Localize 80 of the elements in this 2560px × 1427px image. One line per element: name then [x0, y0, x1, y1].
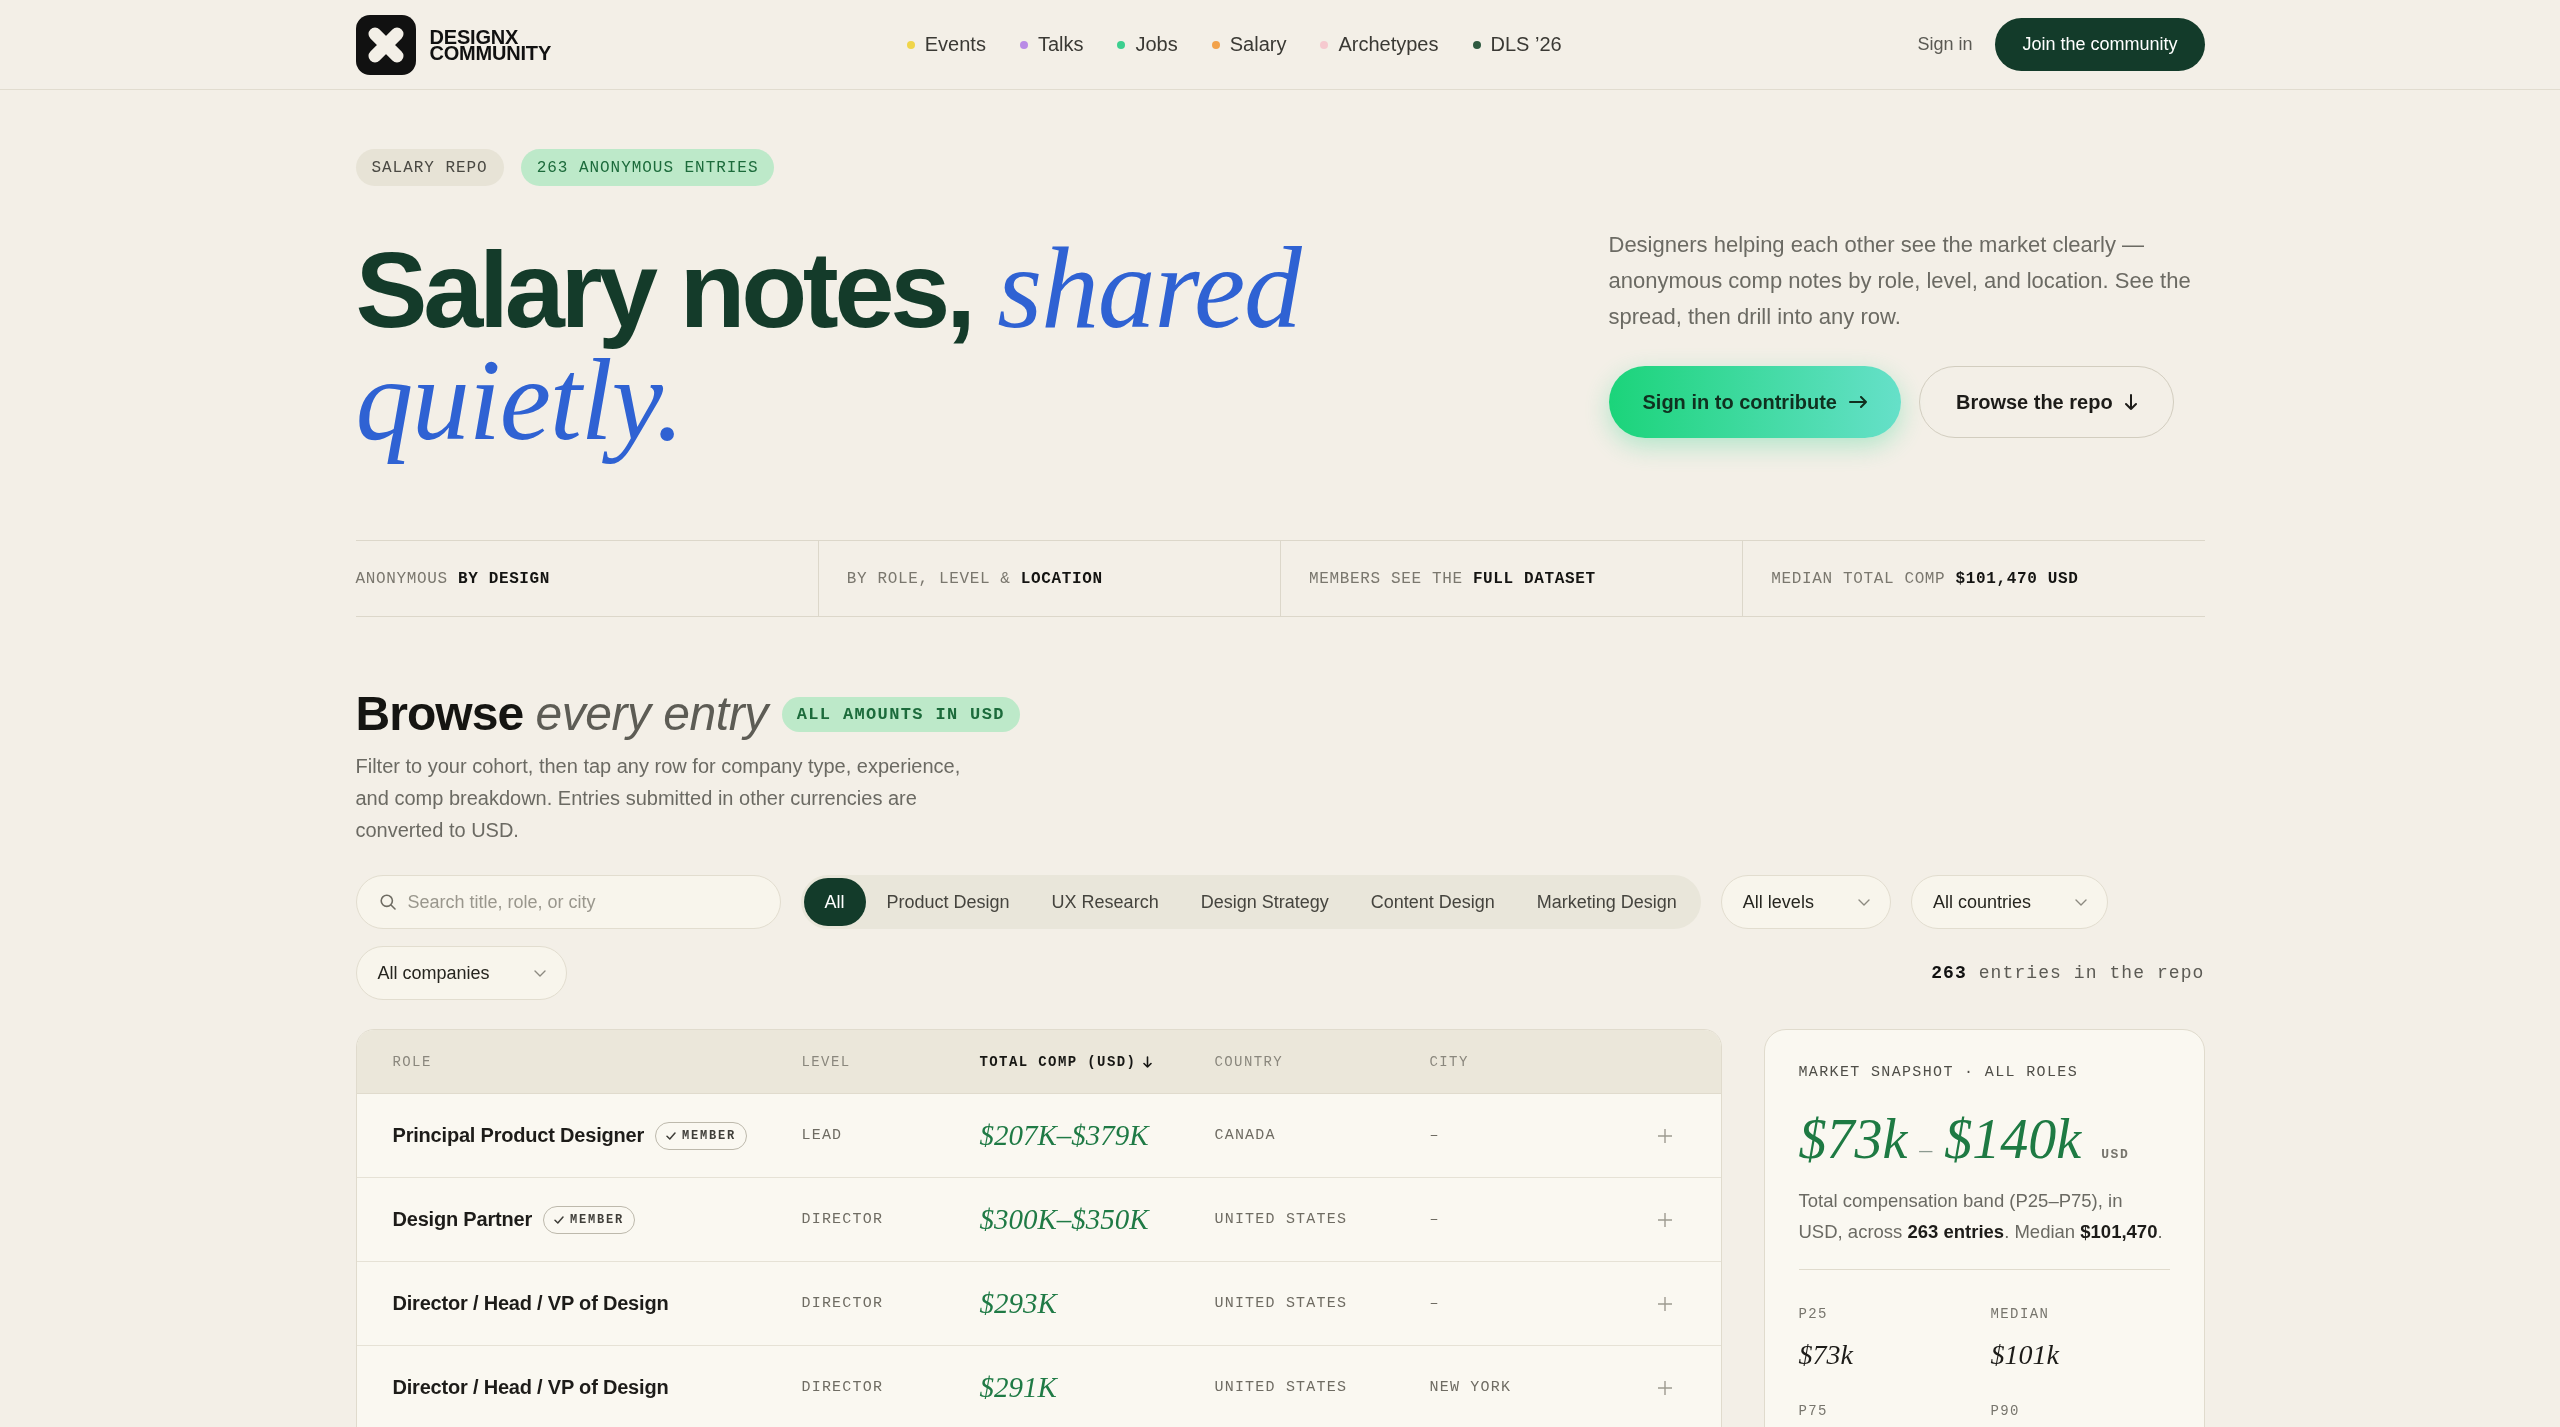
salary-range: $207K–$379K — [979, 1119, 1149, 1152]
currency-badge: ALL AMOUNTS IN USD — [781, 696, 1020, 732]
nav-link[interactable]: Salary — [1211, 33, 1287, 56]
plus-icon[interactable] — [1657, 1128, 1672, 1143]
plus-icon[interactable] — [1657, 1212, 1672, 1227]
country-name: UNITED STATES — [1214, 1211, 1348, 1228]
stat-label: P25 — [1798, 1305, 1829, 1324]
contribute-button[interactable]: Sign in to contribute — [1608, 366, 1901, 438]
tag-badge: SALARY REPO — [355, 149, 504, 186]
nav-link[interactable]: Events — [906, 33, 986, 56]
filter-dropdown[interactable]: All levels — [1720, 875, 1891, 929]
band-value: $140k — [1944, 1107, 2082, 1171]
band-note: Total compensation band (P25–P75), in USD, across 263 entries. Median $101,470. — [1798, 1189, 2164, 1244]
city-name: – — [1429, 1127, 1440, 1144]
level-text: LEAD — [801, 1127, 843, 1144]
stat-label: MEDIAN — [1990, 1305, 2051, 1324]
arrow-down-icon — [2124, 394, 2137, 410]
arrow-right-icon — [1848, 396, 1867, 408]
country-name: UNITED STATES — [1214, 1379, 1348, 1396]
stat-value: $73k — [1798, 1338, 1855, 1372]
role-title: Director / Head / VP of Design — [392, 1292, 669, 1315]
role-title: Principal Product Designer — [392, 1124, 645, 1147]
category-tab[interactable]: Design Strategy — [1179, 878, 1350, 926]
nav-link[interactable]: Jobs — [1117, 33, 1178, 56]
hero-title: Salary notes, shared quietly. — [355, 226, 1303, 466]
join-button[interactable]: Join the community — [1995, 18, 2205, 71]
city-name: – — [1429, 1211, 1440, 1228]
currency-code: USD — [2101, 1147, 2130, 1162]
logo-wordmark[interactable]: DESIGNX COMMUNITY — [429, 28, 552, 61]
stat-label: P90 — [1990, 1402, 2021, 1421]
category-tab[interactable]: UX Research — [1030, 878, 1180, 926]
chevron-down-icon — [533, 969, 546, 977]
level-text: DIRECTOR — [801, 1379, 884, 1396]
sign-in-link[interactable]: Sign in — [1917, 34, 1973, 55]
hero-description: Designers helping each other see the market clearly — anonymous comp notes by role, level, and location. See the spread, then drill into any row. — [1608, 231, 2192, 331]
category-tab[interactable]: Marketing Design — [1515, 878, 1698, 926]
band-dash: – — [1919, 1135, 1933, 1165]
filter-dropdown[interactable]: All companies — [355, 946, 567, 1000]
entry-count: 263 entries in the repo — [1931, 963, 2205, 983]
nav-link[interactable]: Archetypes — [1320, 33, 1439, 56]
category-tab[interactable]: Product Design — [865, 878, 1031, 926]
snapshot-label: MARKET SNAPSHOT · ALL ROLES — [1798, 1063, 2079, 1083]
search-icon — [379, 894, 396, 910]
plus-icon[interactable] — [1657, 1296, 1672, 1311]
country-name: UNITED STATES — [1214, 1295, 1348, 1312]
member-label: MEMBER — [569, 1212, 624, 1227]
section-description: Filter to your cohort, then tap any row for company type, experience, and comp breakdown. Entries submitted in other currencies are converted to USD. — [355, 754, 962, 843]
arrow-down-icon — [1143, 1055, 1153, 1068]
check-icon — [666, 1131, 677, 1140]
chevron-down-icon — [2074, 898, 2087, 906]
member-label: MEMBER — [682, 1128, 737, 1143]
highlight-text: MEDIAN TOTAL COMP $101,470 USD — [1771, 569, 2079, 588]
band-value: $73k — [1798, 1107, 1908, 1171]
plus-icon[interactable] — [1657, 1380, 1672, 1395]
highlight-text: MEMBERS SEE THE FULL DATASET — [1309, 569, 1596, 588]
category-tab[interactable]: All — [803, 878, 866, 926]
category-tab[interactable]: Content Design — [1349, 878, 1516, 926]
highlight-text: BY ROLE, LEVEL & LOCATION — [846, 569, 1103, 588]
role-title: Design Partner — [392, 1208, 532, 1231]
column-heading[interactable]: TOTAL COMP (USD) — [979, 1053, 1153, 1070]
highlight-text: ANONYMOUS BY DESIGN — [355, 569, 551, 588]
level-text: DIRECTOR — [801, 1295, 884, 1312]
country-name: CANADA — [1214, 1127, 1276, 1144]
salary-range: $300K–$350K — [979, 1203, 1149, 1236]
chevron-down-icon — [1857, 898, 1870, 906]
role-title: Director / Head / VP of Design — [392, 1376, 669, 1399]
filter-dropdown[interactable]: All countries — [1910, 875, 2108, 929]
logo-icon[interactable] — [355, 14, 416, 75]
search-field[interactable]: Search title, role, or city — [355, 875, 781, 929]
salary-range: $293K — [979, 1287, 1057, 1320]
city-name: – — [1429, 1295, 1440, 1312]
stat-label: P75 — [1798, 1402, 1829, 1421]
stat-value: $101k — [1990, 1338, 2061, 1372]
nav-link[interactable]: DLS ’26 — [1472, 33, 1562, 56]
check-icon — [553, 1215, 564, 1224]
tag-badge: 263 ANONYMOUS ENTRIES — [520, 149, 775, 186]
level-text: DIRECTOR — [801, 1211, 884, 1228]
nav-link[interactable]: Talks — [1019, 33, 1084, 56]
city-name: NEW YORK — [1429, 1379, 1512, 1396]
salary-range: $291K — [979, 1371, 1057, 1404]
